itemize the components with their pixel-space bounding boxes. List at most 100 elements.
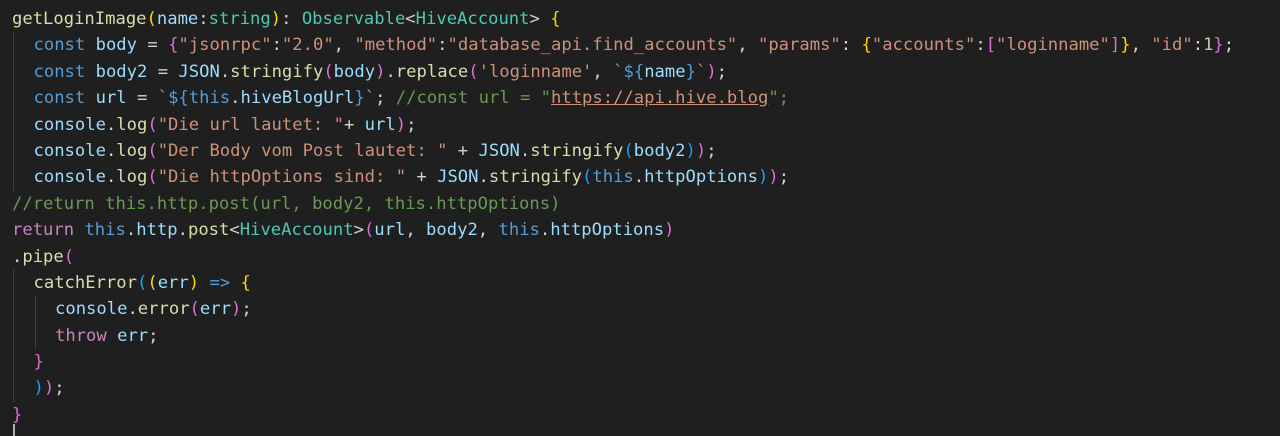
code-token-bracket2: {	[168, 35, 179, 56]
code-token-default: .	[519, 140, 531, 161]
code-token-default: ;	[706, 140, 717, 161]
code-token-variable: httpOptions	[550, 220, 665, 241]
code-token-default: .	[105, 114, 117, 135]
code-token-string: "accounts"	[871, 35, 976, 56]
code-token-bracket2: (	[189, 299, 200, 320]
code-line[interactable]: console.log("Die url lautet: "+ url);	[12, 111, 1280, 138]
code-token-string: `	[364, 88, 376, 109]
code-token-bracket2: )	[664, 220, 675, 241]
code-token-comment: //const url = "	[395, 88, 551, 109]
code-token-variable: console	[33, 167, 106, 188]
code-line[interactable]: throw err;	[12, 322, 1280, 350]
code-token-default: :	[840, 35, 862, 56]
indent-guide	[13, 137, 14, 165]
code-token-type: string	[208, 9, 271, 29]
code-token-variable: console	[33, 140, 106, 161]
code-token-variable: name	[156, 9, 199, 29]
code-token-default: ,	[405, 220, 427, 241]
code-line[interactable]: console.log("Die httpOptions sind: " + J…	[12, 164, 1280, 191]
code-token-default: ;	[241, 299, 252, 320]
code-token-default: ,	[1130, 35, 1152, 56]
code-token-variable: body	[95, 35, 138, 56]
code-token-bracket2: )	[706, 61, 717, 82]
code-token-comment: ";	[768, 88, 790, 109]
code-line[interactable]: //return this.http.post(url, body2, this…	[12, 191, 1280, 217]
code-token-function: log	[116, 140, 148, 161]
code-token-variable: body2	[426, 220, 478, 241]
code-token-bracket3: )	[685, 140, 696, 161]
code-token-default	[107, 326, 117, 346]
code-token-variable: JSON	[178, 61, 220, 82]
indent-guide	[13, 58, 14, 86]
code-token-bracket2: [	[985, 35, 997, 56]
code-line-content: console.log("Die httpOptions sind: " + J…	[12, 167, 790, 188]
code-token-variable: body2	[633, 140, 686, 161]
code-token-bracket2: )	[395, 114, 407, 135]
code-token-function: error	[137, 299, 190, 320]
code-line[interactable]: const body = {"jsonrpc":"2.0", "method":…	[12, 32, 1280, 59]
code-token-variable: console	[33, 114, 106, 135]
code-token-variable: name	[644, 61, 686, 82]
code-token-default: ;	[148, 325, 159, 346]
code-token-function: replace	[395, 61, 469, 82]
code-editor[interactable]: getLoginImage(name:string): Observable<H…	[0, 0, 1280, 436]
code-token-variable: url	[364, 114, 396, 135]
code-token-bracket1: )	[188, 272, 200, 293]
code-token-function: post	[187, 220, 230, 241]
code-line[interactable]: console.error(err);	[12, 296, 1280, 323]
code-area[interactable]: getLoginImage(name:string): Observable<H…	[12, 6, 1280, 428]
indent-guide	[13, 269, 14, 297]
code-token-default: .	[12, 246, 23, 267]
code-token-default: :	[1192, 35, 1204, 56]
code-line-content: console.log("Der Body vom Post lautet: "…	[12, 141, 717, 161]
code-line[interactable]: getLoginImage(name:string): Observable<H…	[12, 6, 1280, 32]
code-token-bracket2: (	[63, 246, 75, 267]
code-line[interactable]: catchError((err) => {	[12, 269, 1280, 297]
code-token-type: HiveAccount	[239, 220, 354, 241]
code-token-comment: //return this.http.post(url, body2, this…	[12, 193, 561, 214]
code-line[interactable]: }	[12, 402, 1280, 428]
code-line[interactable]: const body2 = JSON.stringify(body).repla…	[12, 58, 1280, 86]
code-token-link[interactable]: https://api.hive.blog	[551, 88, 768, 108]
code-token-bracket2: )	[230, 299, 242, 320]
code-token-default: ;	[778, 167, 790, 188]
code-line[interactable]: .pipe(	[12, 244, 1280, 270]
code-token-default: =	[126, 88, 158, 109]
code-token-default: =	[147, 61, 179, 82]
code-token-string: `	[695, 61, 707, 82]
code-token-string: 'loginname'	[478, 61, 593, 82]
code-token-variable: JSON	[478, 140, 520, 161]
indent-guide	[34, 296, 36, 323]
code-line[interactable]: }	[12, 349, 1280, 376]
code-token-bracket1: (	[146, 9, 157, 29]
code-line[interactable]: console.log("Der Body vom Post lautet: "…	[12, 137, 1280, 165]
code-token-bracket2: (	[363, 220, 375, 241]
code-line[interactable]: const url = `${this.hiveBlogUrl}`; //con…	[12, 85, 1280, 112]
code-token-default	[85, 88, 95, 108]
code-token-string: "Die url lautet: "	[157, 114, 344, 135]
code-line[interactable]: ));	[12, 375, 1280, 402]
indent-guide	[13, 322, 14, 350]
code-token-default: .	[127, 299, 138, 320]
code-token-bracket1: {	[550, 9, 561, 29]
code-token-default: .	[633, 167, 645, 188]
code-token-string: `	[157, 88, 169, 109]
code-token-bracket2: }	[1213, 35, 1224, 56]
code-token-keyword: }	[354, 88, 365, 109]
code-line-content: }	[12, 352, 44, 372]
code-token-default: ;	[54, 378, 65, 399]
code-token-control: return	[12, 220, 75, 241]
indent-guide	[13, 85, 14, 112]
code-token-string: `	[613, 61, 624, 82]
code-token-function: pipe	[22, 246, 64, 267]
code-token-default: .	[105, 167, 117, 188]
code-token-variable: err	[117, 325, 149, 346]
code-token-default: :	[198, 9, 209, 29]
code-line[interactable]: return this.http.post<HiveAccount>(url, …	[12, 217, 1280, 243]
code-token-variable: body	[333, 61, 376, 82]
indent-guide	[13, 32, 14, 59]
indent-guide	[13, 164, 14, 191]
code-token-function: stringify	[488, 167, 583, 188]
code-token-string: "loginname"	[996, 35, 1110, 56]
code-line-content: console.log("Die url lautet: "+ url);	[12, 114, 417, 135]
